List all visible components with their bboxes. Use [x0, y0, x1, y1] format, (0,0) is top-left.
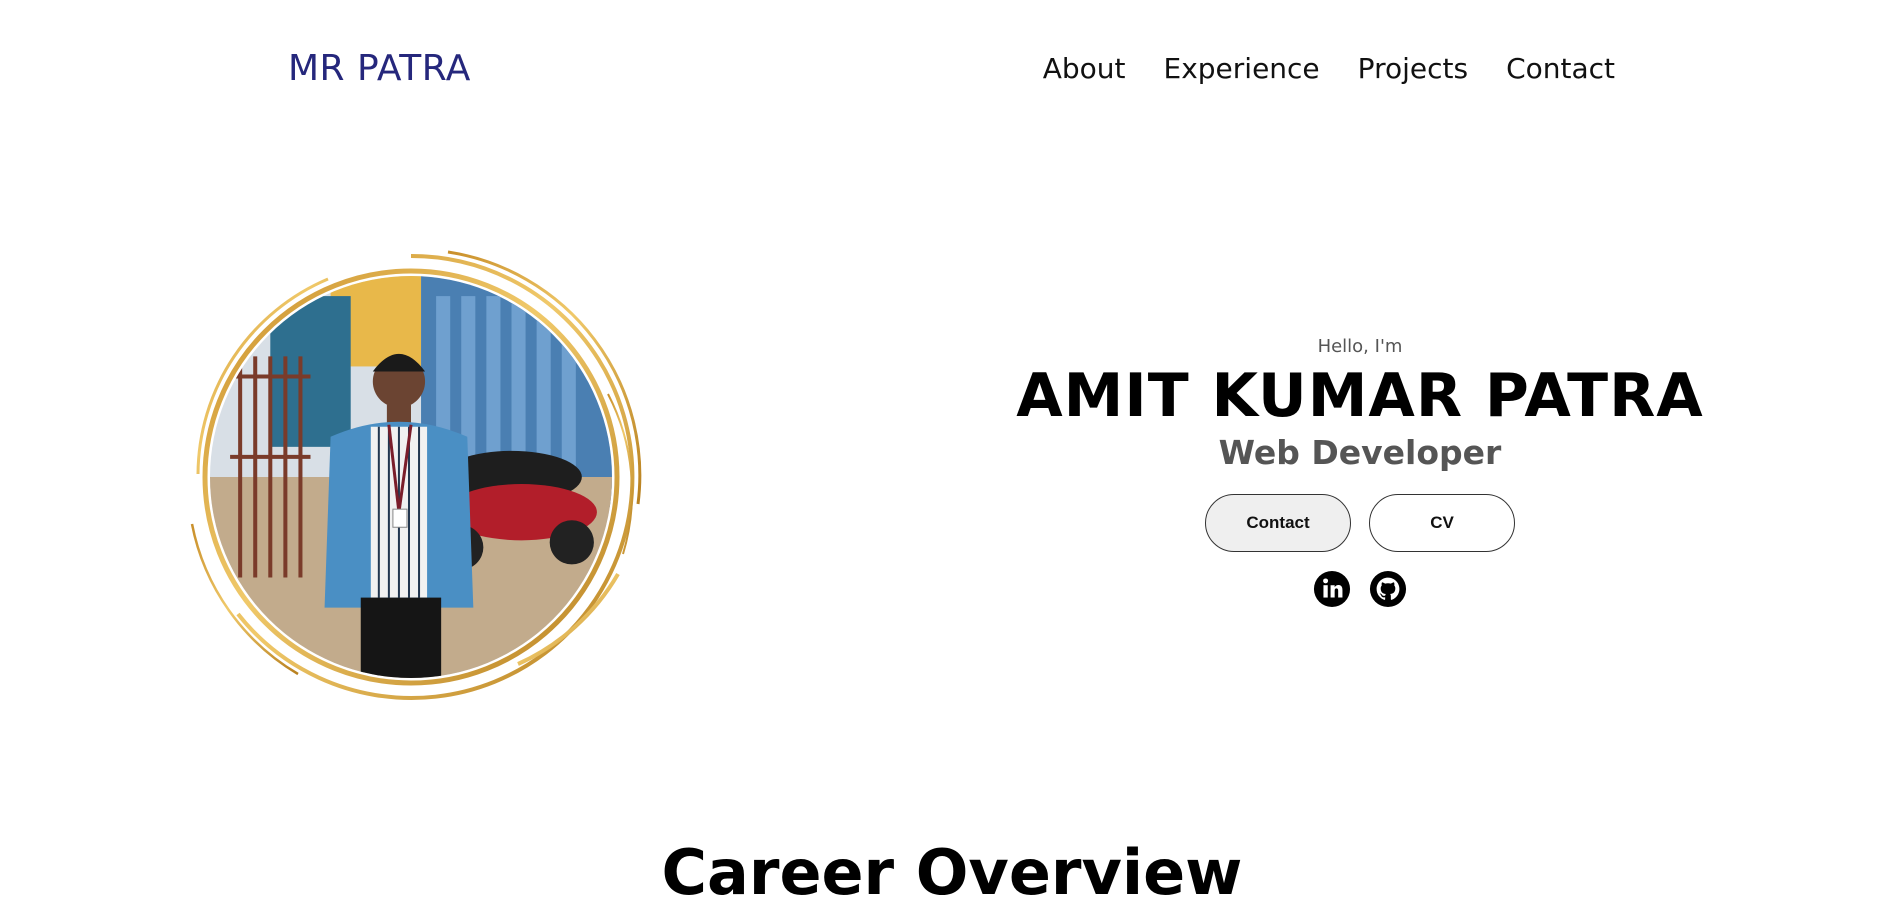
github-icon[interactable]	[1369, 570, 1407, 608]
hero-role: Web Developer	[1218, 433, 1502, 472]
page: MR PATRA About Experience Projects Conta…	[0, 0, 1880, 909]
hero-buttons: Contact CV	[1000, 494, 1720, 552]
cv-button[interactable]: CV	[1369, 494, 1515, 552]
linkedin-icon[interactable]	[1313, 570, 1351, 608]
nav-projects[interactable]: Projects	[1358, 52, 1468, 85]
nav-contact[interactable]: Contact	[1506, 52, 1615, 85]
site-logo[interactable]: MR PATRA	[288, 48, 471, 89]
career-overview-title: Career Overview	[661, 836, 1243, 909]
greeting-text: Hello, I'm	[1317, 336, 1403, 357]
nav-experience[interactable]: Experience	[1164, 52, 1320, 85]
main-nav: About Experience Projects Contact	[1043, 52, 1615, 85]
hero-name: AMIT KUMAR PATRA	[1016, 361, 1704, 431]
profile-photo	[210, 276, 612, 678]
nav-about[interactable]: About	[1043, 52, 1126, 85]
profile-portrait	[178, 244, 644, 710]
social-links	[1000, 570, 1720, 608]
contact-button[interactable]: Contact	[1205, 494, 1351, 552]
hero-intro: Hello, I'm AMIT KUMAR PATRA Web Develope…	[1000, 336, 1720, 608]
